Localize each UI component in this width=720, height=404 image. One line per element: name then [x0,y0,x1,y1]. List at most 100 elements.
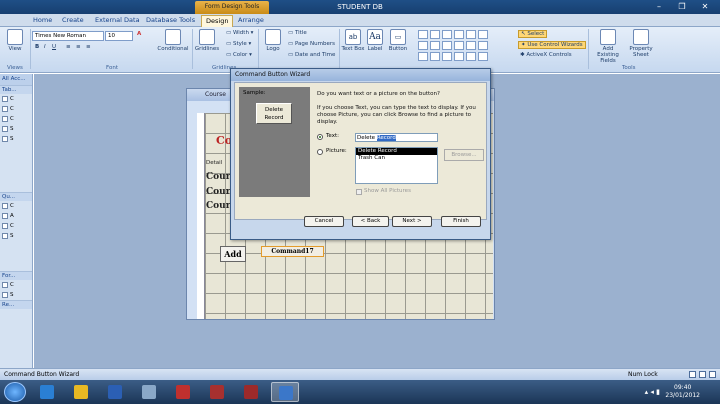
nav-item[interactable]: S [0,290,32,300]
title-button[interactable]: ▭ Title [288,30,307,36]
nav-header[interactable]: All Acc... [0,74,32,85]
tab-database-tools[interactable]: Database Tools [146,16,195,24]
maximize-icon[interactable]: ❐ [671,1,693,13]
layout-view-icon[interactable] [699,371,706,378]
align-left-icon[interactable]: ≡ [66,44,71,50]
control-icon[interactable] [454,41,464,50]
date-time-button[interactable]: ▭ Date and Time [288,52,335,58]
cancel-button[interactable]: Cancel [304,216,344,227]
color-control[interactable]: ▭ Color ▾ [226,52,252,58]
align-right-icon[interactable]: ≡ [86,44,91,50]
control-icon[interactable] [430,30,440,39]
tab-home[interactable]: Home [33,16,52,24]
text-radio[interactable] [317,134,323,140]
picture-radio[interactable] [317,149,323,155]
nav-item[interactable]: C [0,114,32,124]
vertical-ruler [197,113,205,319]
finish-button[interactable]: Finish [441,216,481,227]
nav-item[interactable]: S [0,134,32,144]
align-center-icon[interactable]: ≡ [76,44,81,50]
control-icon[interactable] [418,52,428,61]
show-all-pictures-checkbox[interactable] [356,189,362,195]
taskbar-app-button[interactable] [67,382,95,402]
nav-section-queries[interactable]: Qu... [0,192,32,201]
nav-item[interactable]: C [0,201,32,211]
control-icon[interactable] [430,52,440,61]
close-icon[interactable]: ✕ [694,1,716,13]
taskbar-app-button[interactable] [101,382,129,402]
browse-button[interactable]: Browse... [444,149,484,161]
next-button[interactable]: Next > [392,216,432,227]
font-color-icon[interactable]: A [137,31,141,37]
taskbar-app-button[interactable] [271,382,299,402]
picture-list-item[interactable]: Trash Can [356,155,437,162]
picture-list-item[interactable]: Delete Record [356,148,437,155]
label-button[interactable]: Aa Label [363,27,387,52]
tab-design[interactable]: Design [201,15,234,27]
nav-section-forms[interactable]: For... [0,271,32,280]
control-icon[interactable] [478,30,488,39]
conditional-button[interactable]: Conditional [156,27,190,52]
tab-arrange[interactable]: Arrange [238,16,264,24]
bold-button[interactable]: B [35,44,39,50]
control-icon[interactable] [478,52,488,61]
control-icon[interactable] [466,30,476,39]
control-icon[interactable] [430,41,440,50]
tab-create[interactable]: Create [62,16,84,24]
control-icon[interactable] [478,41,488,50]
control-icon[interactable] [442,30,452,39]
clock[interactable]: 09:40 23/01/2012 [665,384,700,400]
add-button[interactable]: Add [220,246,246,262]
nav-section-tables[interactable]: Tab... [0,85,32,94]
button-control-button[interactable]: ▭ Button [385,27,411,52]
control-icon[interactable] [418,30,428,39]
font-name-select[interactable]: Times New Roman [32,31,104,41]
page-numbers-button[interactable]: ▭ Page Numbers [288,41,335,47]
property-sheet-button[interactable]: Property Sheet [627,27,655,58]
nav-item[interactable]: C [0,104,32,114]
control-icon[interactable] [418,41,428,50]
activex-button[interactable]: ✱ ActiveX Controls [520,52,572,58]
logo-button[interactable]: Logo [261,27,285,52]
command17-button[interactable]: Command17 [261,246,324,257]
underline-button[interactable]: U [52,44,56,50]
style-control[interactable]: ▭ Style ▾ [226,41,251,47]
control-icon[interactable] [442,52,452,61]
use-control-wizards-button[interactable]: ✦ Use Control Wizards [518,41,586,49]
back-button[interactable]: < Back [352,216,389,227]
nav-item[interactable]: S [0,231,32,241]
button-text-input[interactable]: Delete Record [355,133,438,142]
tab-external-data[interactable]: External Data [95,16,140,24]
design-view-icon[interactable] [709,371,716,378]
control-icon[interactable] [466,52,476,61]
separator [258,29,259,69]
view-button[interactable]: View [3,27,27,52]
text-box-button[interactable]: ab Text Box [341,27,365,52]
nav-item[interactable]: A [0,211,32,221]
font-size-select[interactable]: 10 [105,31,133,41]
nav-item[interactable]: C [0,94,32,104]
select-button[interactable]: ↖ Select [518,30,548,38]
tray-icons[interactable]: ▴ ◂ ▮ [645,388,660,396]
control-icon[interactable] [466,41,476,50]
picture-list[interactable]: Delete Record Trash Can [355,147,438,184]
control-icon[interactable] [454,30,464,39]
italic-button[interactable]: I [44,44,46,50]
nav-item[interactable]: C [0,280,32,290]
control-icon[interactable] [442,41,452,50]
taskbar-app-button[interactable] [203,382,231,402]
gridlines-button[interactable]: Gridlines [194,27,220,52]
form-view-icon[interactable] [689,371,696,378]
taskbar-app-button[interactable] [135,382,163,402]
width-control[interactable]: ▭ Width ▾ [226,30,253,36]
control-icon[interactable] [454,52,464,61]
taskbar-app-button[interactable] [237,382,265,402]
nav-item[interactable]: S [0,124,32,134]
nav-section-reports[interactable]: Re... [0,300,32,309]
taskbar-app-button[interactable] [33,382,61,402]
nav-item[interactable]: C [0,221,32,231]
minimize-icon[interactable]: – [648,1,670,13]
add-existing-fields-button[interactable]: Add Existing Fields [591,27,625,64]
taskbar-app-button[interactable] [169,382,197,402]
start-button[interactable] [4,382,26,402]
